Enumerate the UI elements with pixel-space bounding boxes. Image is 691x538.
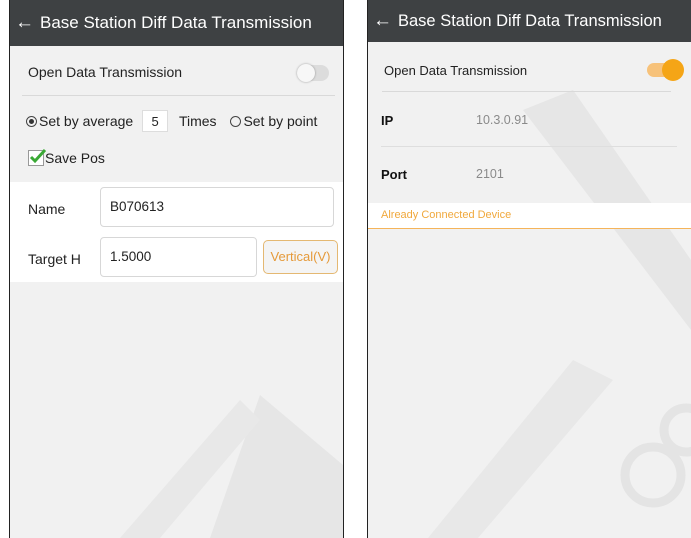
back-arrow-icon[interactable]: ← <box>15 12 34 34</box>
set-by-point-label: Set by point <box>243 113 318 129</box>
left-phone-screen: ← Base Station Diff Data Transmission Op… <box>9 0 344 538</box>
toggle-knob <box>297 64 315 82</box>
name-field[interactable]: B070613 <box>100 187 334 227</box>
page-title: Base Station Diff Data Transmission <box>40 13 312 32</box>
average-options-row: Set by average 5 Times Set by point <box>26 110 343 132</box>
ip-label: IP <box>381 113 394 128</box>
open-data-transmission-toggle[interactable] <box>297 64 329 82</box>
port-value: 2101 <box>476 167 504 181</box>
target-h-field[interactable]: 1.5000 <box>100 237 257 277</box>
watermark-shape <box>428 90 691 538</box>
set-by-average-label: Set by average <box>39 113 134 129</box>
set-by-point-radio[interactable]: Set by point <box>230 113 317 129</box>
page-title: Base Station Diff Data Transmission <box>398 11 662 30</box>
radio-selected-icon <box>26 116 37 127</box>
divider <box>381 146 677 147</box>
toggle-knob <box>662 59 684 81</box>
open-data-transmission-label: Open Data Transmission <box>384 63 528 78</box>
form-panel: Name B070613 Target H 1.5000 Vertical(V) <box>10 182 343 282</box>
already-connected-label: Already Connected Device <box>381 209 512 221</box>
radio-unselected-icon <box>230 116 242 127</box>
save-pos-label: Save Pos <box>45 150 105 166</box>
connected-devices-header: Already Connected Device <box>368 203 691 229</box>
title-bar: ← Base Station Diff Data Transmission <box>368 0 691 42</box>
open-data-transmission-label: Open Data Transmission <box>28 64 183 80</box>
save-pos-checkbox[interactable]: Save Pos <box>28 148 343 166</box>
back-arrow-icon[interactable]: ← <box>373 10 392 32</box>
checkbox-checked-icon <box>28 148 47 166</box>
divider <box>382 91 671 92</box>
open-data-transmission-toggle[interactable] <box>647 59 684 81</box>
times-label: Times <box>178 113 217 129</box>
ip-value: 10.3.0.91 <box>476 113 529 127</box>
vertical-button[interactable]: Vertical(V) <box>263 240 338 274</box>
port-label: Port <box>381 167 407 182</box>
title-bar: ← Base Station Diff Data Transmission <box>10 0 343 46</box>
right-phone-screen: ← Base Station Diff Data Transmission Op… <box>367 0 691 538</box>
set-by-average-radio[interactable]: Set by average <box>26 113 137 129</box>
divider <box>22 95 335 96</box>
average-times-input[interactable]: 5 <box>142 110 169 132</box>
